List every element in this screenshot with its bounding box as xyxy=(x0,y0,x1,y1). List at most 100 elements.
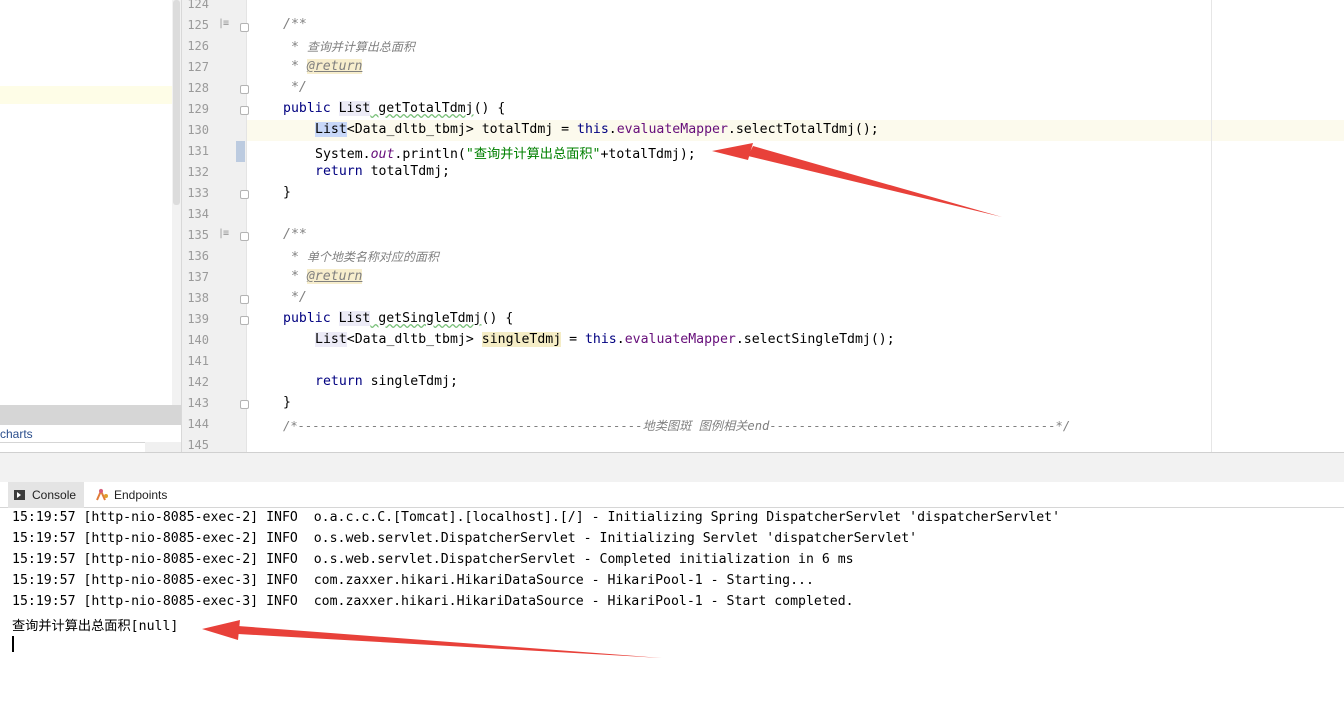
static-field: out xyxy=(370,147,395,162)
javadoc-return-tag: @return xyxy=(306,59,363,74)
line-number: 127 xyxy=(187,60,209,74)
code-text: () { xyxy=(481,311,514,326)
line-number: 130 xyxy=(187,123,209,137)
console-line: 15:19:57 [http-nio-8085-exec-2] INFO o.s… xyxy=(12,531,918,546)
fold-icon[interactable] xyxy=(240,23,249,32)
code-text: . xyxy=(616,332,625,347)
keyword: public xyxy=(283,311,339,326)
keyword: this xyxy=(577,122,609,137)
code-text: () { xyxy=(473,101,506,116)
code-line-130[interactable]: List<Data_dltb_tbmj> totalTdmj = this.ev… xyxy=(315,122,879,137)
code-text: <Data_dltb_tbmj> xyxy=(346,332,482,347)
fold-icon[interactable] xyxy=(240,295,249,304)
code-text: .println( xyxy=(394,147,466,162)
code-line-139[interactable]: public List getSingleTdmj() { xyxy=(283,311,513,326)
line-number: 128 xyxy=(187,81,209,95)
field-name: evaluateMapper xyxy=(616,122,728,137)
line-number: 135 xyxy=(187,228,209,242)
fold-icon[interactable] xyxy=(240,106,249,115)
code-line-142[interactable]: return singleTdmj; xyxy=(315,374,458,389)
code-text: System. xyxy=(315,147,371,162)
code-line-129[interactable]: public List getTotalTdmj() { xyxy=(283,101,505,116)
comment-text: 查询并计算出总面积 xyxy=(306,40,415,54)
code-line-140[interactable]: List<Data_dltb_tbmj> singleTdmj = this.e… xyxy=(315,332,895,347)
method-name: getSingleTdmj xyxy=(370,311,482,326)
fold-icon[interactable] xyxy=(240,232,249,241)
console-line: 15:19:57 [http-nio-8085-exec-3] INFO com… xyxy=(12,573,814,588)
line-number: 129 xyxy=(187,102,209,116)
comment: /** xyxy=(283,227,307,242)
comment: * xyxy=(283,269,307,284)
fold-icon[interactable] xyxy=(240,190,249,199)
right-margin-guide xyxy=(1211,0,1212,452)
code-line-143[interactable]: } xyxy=(283,395,291,410)
code-line-131[interactable]: System.out.println("查询并计算出总面积"+totalTdmj… xyxy=(315,143,696,162)
tab-endpoints-label: Endpoints xyxy=(114,488,168,502)
javadoc-toggle-icon[interactable]: |≡ xyxy=(218,228,229,239)
project-panel-scrollbar-thumb[interactable] xyxy=(173,0,180,205)
console-line: 15:19:57 [http-nio-8085-exec-3] INFO com… xyxy=(12,594,854,609)
code-line-136[interactable]: * 单个地类名称对应的面积 xyxy=(283,248,439,265)
type-name: List xyxy=(338,311,371,326)
code-line-138[interactable]: */ xyxy=(283,290,307,305)
tab-endpoints[interactable]: Endpoints xyxy=(90,482,167,508)
comment: * xyxy=(283,250,307,265)
code-text: singleTdmj; xyxy=(362,374,458,389)
endpoints-icon xyxy=(95,488,109,502)
variable-highlighted: singleTdmj xyxy=(481,332,562,347)
comment: * xyxy=(283,40,307,55)
string-literal: "查询并计算出总面积" xyxy=(465,147,601,162)
line-number: 131 xyxy=(187,144,209,158)
project-panel-divider[interactable] xyxy=(0,405,181,425)
line-number: 143 xyxy=(187,396,209,410)
comment: /*--------------------------------------… xyxy=(283,419,1071,433)
fold-icon[interactable] xyxy=(240,316,249,325)
fold-icon[interactable] xyxy=(240,400,249,409)
line-number: 136 xyxy=(187,249,209,263)
code-line-125[interactable]: /** xyxy=(283,17,307,32)
line-number: 141 xyxy=(187,354,209,368)
code-text: = xyxy=(561,332,585,347)
line-number: 137 xyxy=(187,270,209,284)
code-line-133[interactable]: } xyxy=(283,185,291,200)
project-panel xyxy=(0,0,181,452)
line-number: 142 xyxy=(187,375,209,389)
javadoc-toggle-icon[interactable]: |≡ xyxy=(218,18,229,29)
project-panel-corner xyxy=(145,442,181,452)
field-name: evaluateMapper xyxy=(624,332,736,347)
code-text: .selectSingleTdmj(); xyxy=(735,332,895,347)
code-text: } xyxy=(283,395,291,410)
keyword: return xyxy=(315,374,363,389)
tool-window-splitter[interactable] xyxy=(0,452,1344,482)
code-text: .selectTotalTdmj(); xyxy=(727,122,879,137)
line-number: 133 xyxy=(187,186,209,200)
project-tree-item-charts[interactable]: charts xyxy=(0,427,33,441)
vcs-change-marker[interactable] xyxy=(236,141,245,162)
code-line-132[interactable]: return totalTdmj; xyxy=(315,164,450,179)
code-line-127[interactable]: * @return xyxy=(283,59,363,74)
fold-icon[interactable] xyxy=(240,85,249,94)
code-line-135[interactable]: /** xyxy=(283,227,307,242)
code-text: } xyxy=(283,185,291,200)
code-line-137[interactable]: * @return xyxy=(283,269,363,284)
project-panel-selected-row[interactable] xyxy=(0,86,172,104)
line-number: 145 xyxy=(187,438,209,452)
comment: * xyxy=(283,59,307,74)
tool-window-tabbar: Console Endpoints xyxy=(0,482,1344,508)
javadoc-return-tag: @return xyxy=(306,269,363,284)
code-text: . xyxy=(608,122,617,137)
code-line-128[interactable]: */ xyxy=(283,80,307,95)
keyword: this xyxy=(584,332,617,347)
line-number: 134 xyxy=(187,207,209,221)
type-name: List xyxy=(338,101,371,116)
code-line-144[interactable]: /*--------------------------------------… xyxy=(283,416,1070,434)
tab-console[interactable]: Console xyxy=(8,482,84,508)
line-number: 125 xyxy=(187,18,209,32)
line-number: 124 xyxy=(187,0,209,11)
console-line: 15:19:57 [http-nio-8085-exec-2] INFO o.a… xyxy=(12,510,1061,525)
method-name: getTotalTdmj xyxy=(370,101,474,116)
code-line-126[interactable]: * 查询并计算出总面积 xyxy=(283,38,415,55)
console-icon xyxy=(14,490,25,500)
code-text: +totalTdmj); xyxy=(600,147,696,162)
comment: /** xyxy=(283,17,307,32)
